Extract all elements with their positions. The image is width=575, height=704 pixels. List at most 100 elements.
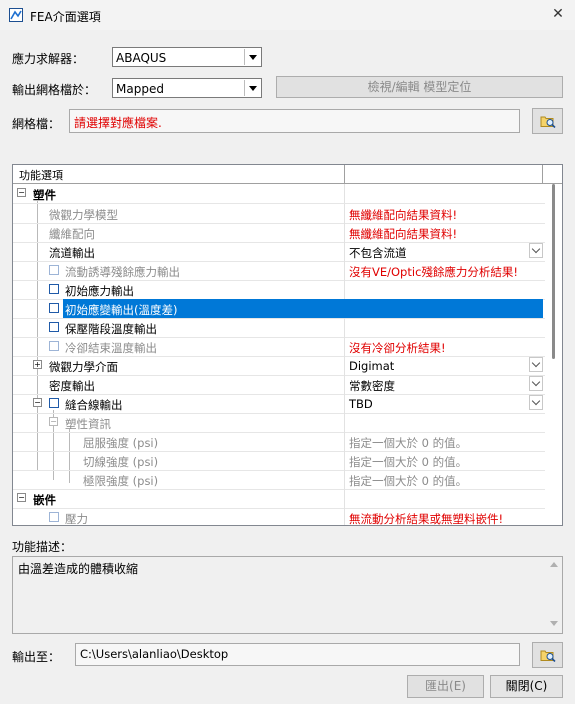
solver-select[interactable]: ABAQUS (112, 47, 262, 67)
column-divider (344, 261, 345, 280)
collapse-icon[interactable]: − (33, 398, 42, 407)
grid-row-end-of-cooling-temperature[interactable]: 冷卻結束溫度輸出 沒有冷卻分析結果! (13, 337, 545, 357)
fea-app-icon (9, 8, 23, 22)
chevron-down-icon[interactable] (529, 395, 543, 410)
grid-row-fiber-orientation[interactable]: 纖維配向 無纖維配向結果資料! (13, 223, 545, 243)
mesh-output-label: 輸出網格檔於： (12, 83, 97, 97)
column-divider (344, 242, 345, 261)
row-name: 縫合線輸出 (65, 398, 123, 412)
row-name: 嵌件 (33, 493, 56, 507)
grid-row-tangent-strength[interactable]: 切線強度 (psi) 指定一個大於 0 的值。 (13, 451, 545, 471)
column-divider (344, 280, 345, 299)
row-name: 保壓階段溫度輸出 (65, 322, 157, 336)
row-value: Digimat (349, 359, 395, 373)
mesh-output-value: Mapped (116, 82, 164, 96)
grid-scrollbar[interactable] (546, 184, 562, 525)
column-divider (344, 337, 345, 356)
row-value: 沒有VE/Optic殘餘應力分析結果! (349, 265, 518, 279)
checkbox[interactable] (49, 284, 59, 294)
grid-row-packing-temperature-output[interactable]: 保壓階段溫度輸出 (13, 318, 545, 338)
column-divider (344, 356, 345, 375)
row-name: 纖維配向 (49, 227, 95, 241)
grid-row-micromechanics-interface[interactable]: + 微觀力學介面 Digimat (13, 356, 545, 376)
column-divider (344, 432, 345, 451)
grid-row-plasticity-info[interactable]: − 塑性資訊 (13, 413, 545, 433)
row-value: 無纖維配向結果資料! (349, 227, 458, 241)
solver-value: ABAQUS (116, 51, 167, 65)
scroll-down-icon[interactable] (550, 621, 558, 626)
grid-row-pressure[interactable]: 壓力 無流動分析結果或無塑料嵌件! (13, 508, 545, 526)
row-value: TBD (349, 397, 373, 411)
output-path-value: C:\Users\alanliao\Desktop (80, 647, 229, 661)
output-browse-button[interactable] (532, 642, 563, 668)
scroll-up-icon[interactable] (550, 562, 558, 567)
description-scrollbar[interactable] (545, 557, 562, 633)
column-divider (344, 394, 345, 413)
row-value: 指定一個大於 0 的值。 (349, 455, 468, 469)
collapse-icon[interactable]: − (49, 417, 58, 426)
description-text: 由溫差造成的體積收縮 (18, 562, 139, 576)
grid-row-micromechanics-model[interactable]: 微觀力學模型 無纖維配向結果資料! (13, 204, 545, 224)
mesh-file-value: 請選擇對應檔案. (74, 116, 162, 130)
row-value: 指定一個大於 0 的值。 (349, 474, 468, 488)
grid-row-runner-output[interactable]: 流道輸出 不包含流道 (13, 242, 545, 262)
scrollbar-thumb[interactable] (552, 184, 555, 359)
row-name: 屈服強度 (psi) (83, 436, 159, 450)
grid-row-ultimate-strength[interactable]: 極限強度 (psi) 指定一個大於 0 的值。 (13, 470, 545, 490)
row-name: 微觀力學介面 (49, 360, 118, 374)
folder-search-icon (540, 116, 556, 128)
grid-row-initial-strain-output[interactable]: 初始應變輸出(溫度差) (13, 299, 545, 319)
row-name: 壓力 (65, 512, 88, 526)
chevron-down-icon (244, 80, 260, 96)
close-button[interactable]: 關閉(C) (490, 675, 563, 698)
mesh-output-select[interactable]: Mapped (112, 78, 262, 98)
column-divider (344, 508, 345, 525)
row-name: 流道輸出 (49, 246, 95, 260)
grid-row-density-output[interactable]: 密度輸出 常數密度 (13, 375, 545, 395)
row-name: 微觀力學模型 (49, 208, 118, 222)
grid-header-options: 功能選項 (19, 169, 63, 182)
chevron-down-icon[interactable] (529, 357, 543, 372)
collapse-icon[interactable]: − (17, 188, 26, 197)
row-name: 初始應力輸出 (65, 284, 134, 298)
close-icon[interactable]: ✕ (548, 4, 568, 24)
view-edit-model-position-button[interactable]: 檢視/編輯 模型定位 (276, 76, 563, 98)
grid-row-insert[interactable]: − 嵌件 (13, 489, 545, 509)
checkbox[interactable] (49, 322, 59, 332)
column-divider (344, 470, 345, 489)
checkbox[interactable] (49, 512, 59, 522)
row-value: 常數密度 (349, 379, 395, 393)
mesh-file-field[interactable]: 請選擇對應檔案. (69, 109, 520, 133)
grid-row-plastic-part[interactable]: − 塑件 (13, 184, 545, 204)
mesh-file-browse-button[interactable] (532, 108, 563, 134)
export-button[interactable]: 匯出(E) (407, 675, 484, 698)
column-divider (344, 184, 345, 203)
grid-row-initial-stress-output[interactable]: 初始應力輸出 (13, 280, 545, 300)
column-divider (344, 223, 345, 242)
expand-icon[interactable]: + (33, 360, 42, 369)
output-to-label: 輸出至： (12, 650, 61, 664)
collapse-icon[interactable]: − (17, 493, 26, 502)
window-title: FEA介面選項 (30, 10, 101, 24)
column-divider (344, 318, 345, 337)
chevron-down-icon[interactable] (529, 243, 543, 258)
row-value: 沒有冷卻分析結果! (349, 341, 446, 355)
checkbox[interactable] (49, 303, 59, 313)
output-path-field[interactable]: C:\Users\alanliao\Desktop (75, 643, 520, 666)
checkbox[interactable] (49, 398, 59, 408)
chevron-down-icon[interactable] (529, 376, 543, 391)
row-name: 塑性資訊 (65, 417, 111, 431)
grid-row-weld-line-output[interactable]: − 縫合線輸出 TBD (13, 394, 545, 414)
description-label: 功能描述： (12, 540, 73, 554)
checkbox[interactable] (49, 265, 59, 275)
row-value: 不包含流道 (349, 246, 407, 260)
options-grid[interactable]: 功能選項 − 塑件 微觀力學模型 無纖維配向結果資料! 纖維配向 無纖維配向結果… (12, 164, 563, 526)
description-box[interactable]: 由溫差造成的體積收縮 (12, 556, 563, 634)
grid-row-flow-induced-residual-stress[interactable]: 流動誘導殘餘應力輸出 沒有VE/Optic殘餘應力分析結果! (13, 261, 545, 281)
header-divider (344, 165, 345, 183)
row-value: 指定一個大於 0 的值。 (349, 436, 468, 450)
row-name: 極限強度 (psi) (83, 474, 159, 488)
checkbox[interactable] (49, 341, 59, 351)
header-divider (542, 165, 543, 183)
grid-row-yield-strength[interactable]: 屈服強度 (psi) 指定一個大於 0 的值。 (13, 432, 545, 452)
